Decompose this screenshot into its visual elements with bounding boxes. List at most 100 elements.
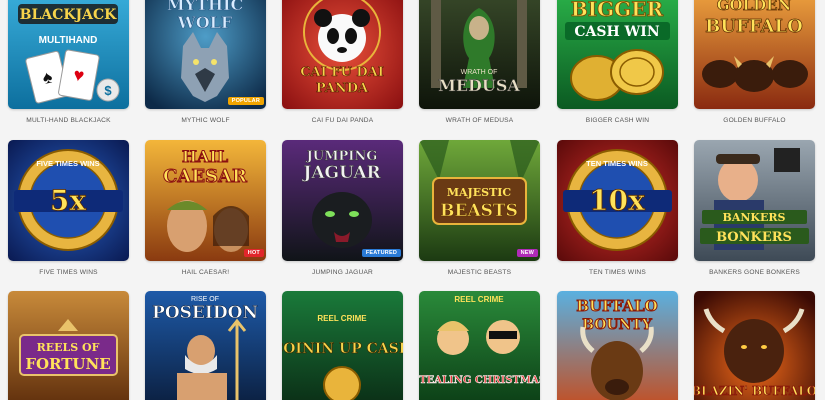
game-tile-buffalo-bounty[interactable]: BUFFALO BOUNTY xyxy=(557,291,678,400)
hot-badge: HOT xyxy=(243,249,264,257)
svg-text:BUFFALO: BUFFALO xyxy=(705,16,803,37)
ten-times-medallion-icon: 10x TEN TIMES WINS xyxy=(557,140,678,261)
svg-text:BLAZIN' BUFFALO: BLAZIN' BUFFALO xyxy=(694,384,815,398)
svg-text:5x: 5x xyxy=(50,184,86,217)
game-title[interactable]: WRATH OF MEDUSA xyxy=(419,117,540,124)
game-tile-coinin-up-cash[interactable]: REEL CRIME COININ UP CASH xyxy=(282,291,403,400)
game-title[interactable]: BANKERS GONE BONKERS xyxy=(694,269,815,276)
svg-text:COININ UP CASH: COININ UP CASH xyxy=(282,341,403,357)
svg-text:10x: 10x xyxy=(589,184,645,217)
featured-badge: FEATURED xyxy=(361,249,401,257)
svg-text:REEL CRIME: REEL CRIME xyxy=(317,314,367,323)
game-tile-stealing-christmas[interactable]: REEL CRIME STEALING CHRISTMAS xyxy=(419,291,540,400)
svg-text:GOLDEN: GOLDEN xyxy=(717,0,792,14)
game-tile-bigger-cash-win[interactable]: BIGGER CASH WIN BIGGER CASH WIN xyxy=(557,0,678,124)
medusa-art-icon: WRATH OF MEDUSA xyxy=(419,0,540,109)
game-title[interactable]: CAI FU DAI PANDA xyxy=(282,117,403,124)
game-grid: BLACKJACK MULTIHAND ♠ ♥ $ MULTI-HAND BLA… xyxy=(0,0,825,400)
game-thumbnail[interactable]: HAIL CAESAR HOT xyxy=(145,140,266,261)
svg-text:TEN TIMES WINS: TEN TIMES WINS xyxy=(586,159,648,168)
game-title[interactable]: TEN TIMES WINS xyxy=(557,269,678,276)
game-tile-blazin-buffalo[interactable]: BLAZIN' BUFFALO xyxy=(694,291,815,400)
svg-text:HAIL: HAIL xyxy=(182,147,228,166)
game-title[interactable]: JUMPING JAGUAR xyxy=(282,269,403,276)
svg-text:MAJESTIC: MAJESTIC xyxy=(447,186,512,199)
svg-text:STEALING CHRISTMAS: STEALING CHRISTMAS xyxy=(419,375,540,386)
cash-coins-art-icon: BIGGER CASH WIN xyxy=(557,0,678,109)
svg-text:PANDA: PANDA xyxy=(316,81,369,96)
game-thumbnail[interactable]: CAI FU DAI PANDA xyxy=(282,0,403,109)
svg-text:JUMPING: JUMPING xyxy=(306,149,378,164)
game-tile-majestic-beasts[interactable]: MAJESTIC BEASTS NEW MAJESTIC BEASTS xyxy=(419,140,540,276)
svg-text:POSEIDON: POSEIDON xyxy=(152,303,258,323)
game-thumbnail[interactable]: BLAZIN' BUFFALO xyxy=(694,291,815,400)
game-thumbnail[interactable]: 5x FIVE TIMES WINS xyxy=(8,140,129,261)
game-thumbnail[interactable]: MYTHIC WOLF POPULAR xyxy=(145,0,266,109)
game-title[interactable]: MULTI-HAND BLACKJACK xyxy=(8,117,129,124)
game-thumbnail[interactable]: 10x TEN TIMES WINS xyxy=(557,140,678,261)
game-thumbnail[interactable]: BIGGER CASH WIN xyxy=(557,0,678,109)
svg-text:$: $ xyxy=(104,83,112,98)
svg-text:JAGUAR: JAGUAR xyxy=(301,163,381,183)
svg-text:CAESAR: CAESAR xyxy=(163,166,248,187)
svg-text:BOUNTY: BOUNTY xyxy=(582,317,653,333)
svg-text:REEL CRIME: REEL CRIME xyxy=(454,295,504,304)
coinin-up-cash-art-icon: REEL CRIME COININ UP CASH xyxy=(282,291,403,400)
svg-text:BLACKJACK: BLACKJACK xyxy=(20,7,117,23)
game-tile-reels-of-fortune[interactable]: REELS OF FORTUNE xyxy=(8,291,129,400)
jaguar-art-icon: JUMPING JAGUAR xyxy=(282,140,403,261)
game-title[interactable]: MAJESTIC BEASTS xyxy=(419,269,540,276)
game-tile-wrath-of-medusa[interactable]: WRATH OF MEDUSA WRATH OF MEDUSA xyxy=(419,0,540,124)
game-thumbnail[interactable]: GOLDEN BUFFALO xyxy=(694,0,815,109)
game-title[interactable]: MYTHIC WOLF xyxy=(145,117,266,124)
game-thumbnail[interactable]: BUFFALO BOUNTY xyxy=(557,291,678,400)
five-times-medallion-icon: 5x FIVE TIMES WINS xyxy=(8,140,129,261)
svg-text:BONKERS: BONKERS xyxy=(716,230,792,245)
poseidon-art-icon: RISE OF POSEIDON xyxy=(145,291,266,400)
game-tile-cai-fu-dai-panda[interactable]: CAI FU DAI PANDA CAI FU DAI PANDA xyxy=(282,0,403,124)
svg-text:BUFFALO: BUFFALO xyxy=(576,297,657,315)
blackjack-art-icon: BLACKJACK MULTIHAND ♠ ♥ $ xyxy=(8,0,129,109)
game-thumbnail[interactable]: REELS OF FORTUNE xyxy=(8,291,129,400)
game-tile-five-times-wins[interactable]: 5x FIVE TIMES WINS FIVE TIMES WINS xyxy=(8,140,129,276)
game-title[interactable]: HAIL CAESAR! xyxy=(145,269,266,276)
game-tile-bankers-gone-bonkers[interactable]: BANKERS BONKERS BANKERS GONE BONKERS xyxy=(694,140,815,276)
game-tile-jumping-jaguar[interactable]: JUMPING JAGUAR FEATURED JUMPING JAGUAR xyxy=(282,140,403,276)
svg-text:MULTIHAND: MULTIHAND xyxy=(39,35,98,46)
svg-text:BEASTS: BEASTS xyxy=(440,201,518,221)
svg-text:WRATH OF: WRATH OF xyxy=(461,69,498,76)
game-thumbnail[interactable]: RISE OF POSEIDON xyxy=(145,291,266,400)
game-title[interactable]: FIVE TIMES WINS xyxy=(8,269,129,276)
stealing-christmas-art-icon: REEL CRIME STEALING CHRISTMAS xyxy=(419,291,540,400)
game-thumbnail[interactable]: BANKERS BONKERS xyxy=(694,140,815,261)
svg-text:MEDUSA: MEDUSA xyxy=(438,76,520,95)
game-tile-multihand-blackjack[interactable]: BLACKJACK MULTIHAND ♠ ♥ $ MULTI-HAND BLA… xyxy=(8,0,129,124)
buffalo-bounty-art-icon: BUFFALO BOUNTY xyxy=(557,291,678,400)
svg-text:BANKERS: BANKERS xyxy=(723,211,786,224)
banker-art-icon: BANKERS BONKERS xyxy=(694,140,815,261)
game-thumbnail[interactable]: REEL CRIME STEALING CHRISTMAS xyxy=(419,291,540,400)
buffalo-herd-art-icon: GOLDEN BUFFALO xyxy=(694,0,815,109)
game-thumbnail[interactable]: REEL CRIME COININ UP CASH xyxy=(282,291,403,400)
wolf-art-icon: MYTHIC WOLF xyxy=(145,0,266,109)
game-tile-mythic-wolf[interactable]: MYTHIC WOLF POPULAR MYTHIC WOLF xyxy=(145,0,266,124)
game-thumbnail[interactable]: MAJESTIC BEASTS NEW xyxy=(419,140,540,261)
game-tile-ten-times-wins[interactable]: 10x TEN TIMES WINS TEN TIMES WINS xyxy=(557,140,678,276)
caesar-art-icon: HAIL CAESAR xyxy=(145,140,266,261)
game-title[interactable]: GOLDEN BUFFALO xyxy=(694,117,815,124)
svg-text:REELS OF: REELS OF xyxy=(37,341,100,354)
majestic-beasts-art-icon: MAJESTIC BEASTS xyxy=(419,140,540,261)
svg-text:CASH WIN: CASH WIN xyxy=(574,24,659,40)
game-thumbnail[interactable]: WRATH OF MEDUSA xyxy=(419,0,540,109)
game-tile-rise-of-poseidon[interactable]: RISE OF POSEIDON xyxy=(145,291,266,400)
panda-art-icon: CAI FU DAI PANDA xyxy=(282,0,403,109)
game-thumbnail[interactable]: BLACKJACK MULTIHAND ♠ ♥ $ xyxy=(8,0,129,109)
game-tile-hail-caesar[interactable]: HAIL CAESAR HOT HAIL CAESAR! xyxy=(145,140,266,276)
svg-text:FIVE TIMES WINS: FIVE TIMES WINS xyxy=(36,159,99,168)
game-title[interactable]: BIGGER CASH WIN xyxy=(557,117,678,124)
svg-text:BIGGER: BIGGER xyxy=(571,0,664,21)
new-badge: NEW xyxy=(516,249,538,257)
game-tile-golden-buffalo[interactable]: GOLDEN BUFFALO GOLDEN BUFFALO xyxy=(694,0,815,124)
popular-badge: POPULAR xyxy=(227,97,264,105)
game-thumbnail[interactable]: JUMPING JAGUAR FEATURED xyxy=(282,140,403,261)
